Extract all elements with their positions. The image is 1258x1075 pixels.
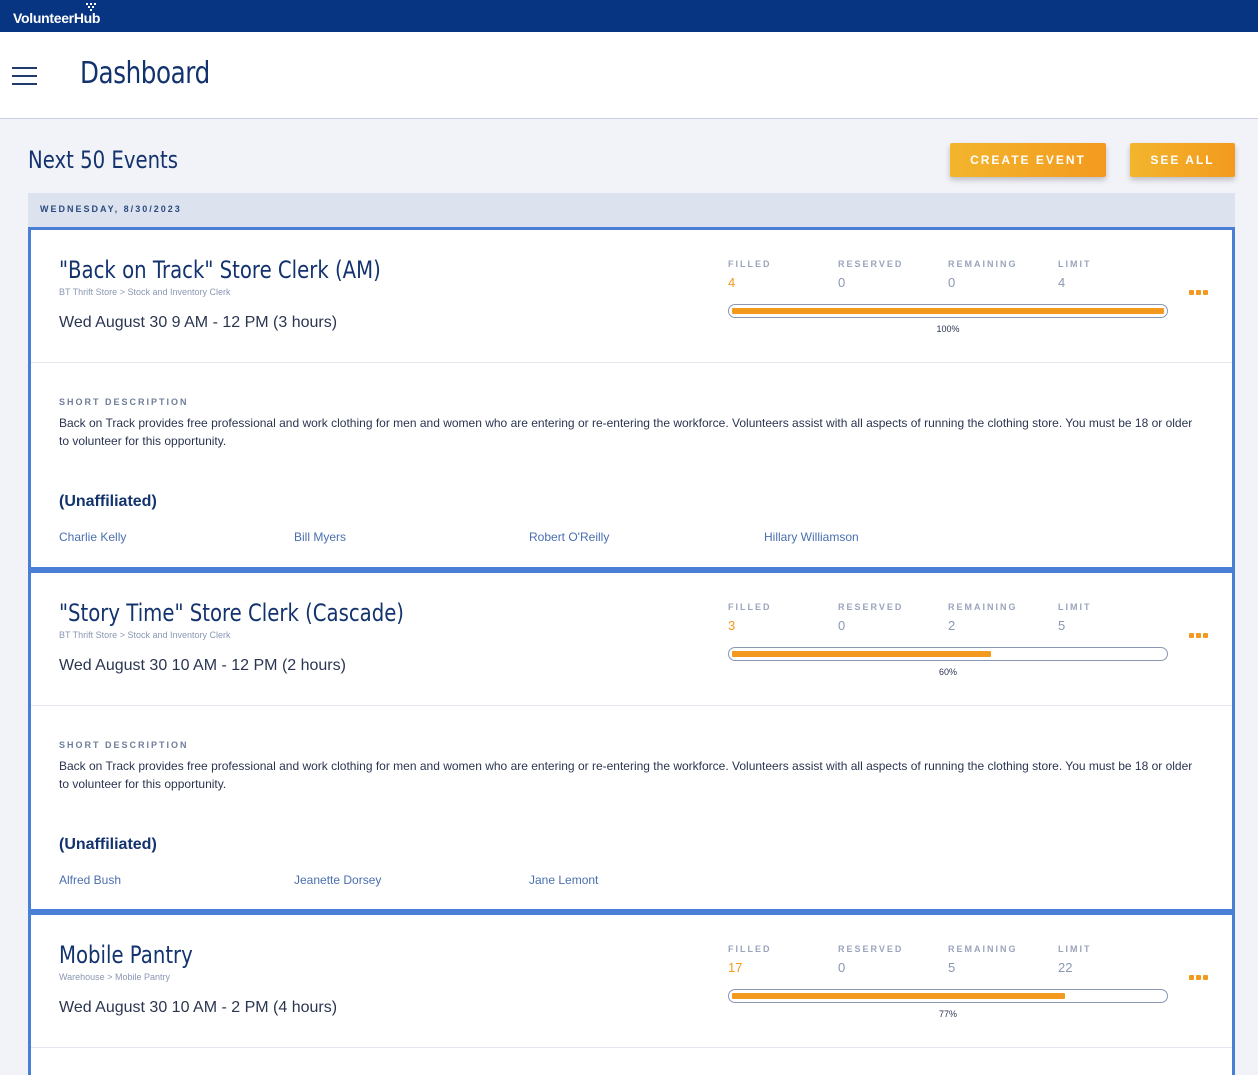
progress-percent: 60%	[938, 667, 957, 677]
stat-label: REMAINING	[948, 602, 1018, 612]
stat-remaining: REMAINING 5	[948, 944, 1058, 975]
stat-value: 22	[1058, 960, 1073, 975]
date-group-label: WEDNESDAY, 8/30/2023	[40, 204, 182, 214]
event-breadcrumb: BT Thrift Store > Stock and Inventory Cl…	[59, 630, 231, 640]
create-event-button[interactable]: CREATE EVENT	[950, 143, 1106, 177]
volunteer-link[interactable]: Hillary Williamson	[764, 530, 859, 544]
date-group-header: WEDNESDAY, 8/30/2023	[28, 193, 1235, 227]
stat-label: FILLED	[728, 944, 772, 954]
event-card-body: SHORT DESCRIPTION Back on Track provides…	[31, 363, 1232, 567]
page-title: Dashboard	[80, 56, 210, 91]
short-description-text: Back on Track provides free professional…	[59, 416, 1193, 448]
event-title[interactable]: "Story Time" Store Clerk (Cascade)	[59, 599, 404, 627]
section-title: Next 50 Events	[28, 146, 179, 174]
stat-value: 2	[948, 618, 956, 633]
stat-limit: LIMIT 22	[1058, 944, 1168, 975]
volunteer-link[interactable]: Robert O'Reilly	[529, 530, 609, 544]
stat-filled: FILLED 17	[728, 944, 838, 975]
stat-value: 4	[728, 275, 736, 290]
hamburger-menu-icon[interactable]	[12, 67, 37, 85]
stat-label: RESERVED	[838, 944, 904, 954]
volunteer-link[interactable]: Charlie Kelly	[59, 530, 126, 544]
progress-percent: 100%	[936, 324, 960, 334]
page-header: Dashboard	[0, 32, 1258, 119]
stat-label: FILLED	[728, 602, 772, 612]
event-title[interactable]: Mobile Pantry	[59, 941, 193, 969]
volunteer-link[interactable]: Bill Myers	[294, 530, 346, 544]
stat-value: 17	[728, 960, 743, 975]
event-card-header: "Back on Track" Store Clerk (AM) BT Thri…	[31, 230, 1232, 363]
event-breadcrumb: Warehouse > Mobile Pantry	[59, 972, 170, 982]
stat-label: REMAINING	[948, 944, 1018, 954]
event-card-header: Mobile Pantry Warehouse > Mobile Pantry …	[31, 915, 1232, 1048]
event-time: Wed August 30 9 AM - 12 PM (3 hours)	[59, 314, 338, 331]
top-bar: VolunteerHub	[0, 0, 1258, 32]
stat-value: 0	[838, 960, 846, 975]
stat-limit: LIMIT 4	[1058, 259, 1168, 290]
logo-mark-icon	[86, 3, 96, 11]
stat-filled: FILLED 4	[728, 259, 838, 290]
fill-progress-bar	[728, 647, 1168, 661]
stat-label: LIMIT	[1058, 602, 1092, 612]
short-description-label: SHORT DESCRIPTION	[59, 740, 189, 750]
event-card: Mobile Pantry Warehouse > Mobile Pantry …	[28, 912, 1235, 1075]
event-card: "Story Time" Store Clerk (Cascade) BT Th…	[28, 570, 1235, 912]
stat-filled: FILLED 3	[728, 602, 838, 633]
stat-value: 0	[948, 275, 956, 290]
stat-remaining: REMAINING 2	[948, 602, 1058, 633]
stat-value: 3	[728, 618, 736, 633]
stat-reserved: RESERVED 0	[838, 602, 948, 633]
stat-remaining: REMAINING 0	[948, 259, 1058, 290]
more-options-icon[interactable]	[1189, 975, 1208, 980]
short-description-label: SHORT DESCRIPTION	[59, 397, 189, 407]
stat-value: 5	[1058, 618, 1066, 633]
progress-fill	[732, 308, 1164, 314]
volunteer-link[interactable]: Jane Lemont	[529, 873, 598, 887]
stat-label: LIMIT	[1058, 944, 1092, 954]
stat-label: FILLED	[728, 259, 772, 269]
more-options-icon[interactable]	[1189, 290, 1208, 295]
stat-value: 0	[838, 275, 846, 290]
volunteer-link[interactable]: Alfred Bush	[59, 873, 121, 887]
stat-value: 5	[948, 960, 956, 975]
stat-value: 0	[838, 618, 846, 633]
affiliation-heading: (Unaffiliated)	[59, 836, 157, 853]
event-breadcrumb: BT Thrift Store > Stock and Inventory Cl…	[59, 287, 231, 297]
stat-limit: LIMIT 5	[1058, 602, 1168, 633]
stat-label: LIMIT	[1058, 259, 1092, 269]
stat-label: REMAINING	[948, 259, 1018, 269]
progress-percent: 77%	[938, 1009, 957, 1019]
short-description-text: Back on Track provides free professional…	[59, 759, 1193, 791]
event-time: Wed August 30 10 AM - 12 PM (2 hours)	[59, 657, 346, 674]
event-title[interactable]: "Back on Track" Store Clerk (AM)	[59, 256, 381, 284]
event-card: "Back on Track" Store Clerk (AM) BT Thri…	[28, 227, 1235, 570]
stat-label: RESERVED	[838, 602, 904, 612]
fill-progress-bar	[728, 304, 1168, 318]
stat-reserved: RESERVED 0	[838, 259, 948, 290]
stat-reserved: RESERVED 0	[838, 944, 948, 975]
more-options-icon[interactable]	[1189, 633, 1208, 638]
event-card-body: SHORT DESCRIPTION Back on Track provides…	[31, 706, 1232, 909]
event-time: Wed August 30 10 AM - 2 PM (4 hours)	[59, 999, 338, 1016]
progress-fill	[732, 993, 1065, 999]
progress-fill	[732, 651, 991, 657]
event-card-header: "Story Time" Store Clerk (Cascade) BT Th…	[31, 573, 1232, 706]
see-all-button[interactable]: SEE ALL	[1130, 143, 1235, 177]
fill-progress-bar	[728, 989, 1168, 1003]
volunteer-link[interactable]: Jeanette Dorsey	[294, 873, 381, 887]
stat-value: 4	[1058, 275, 1066, 290]
stat-label: RESERVED	[838, 259, 904, 269]
affiliation-heading: (Unaffiliated)	[59, 493, 157, 510]
